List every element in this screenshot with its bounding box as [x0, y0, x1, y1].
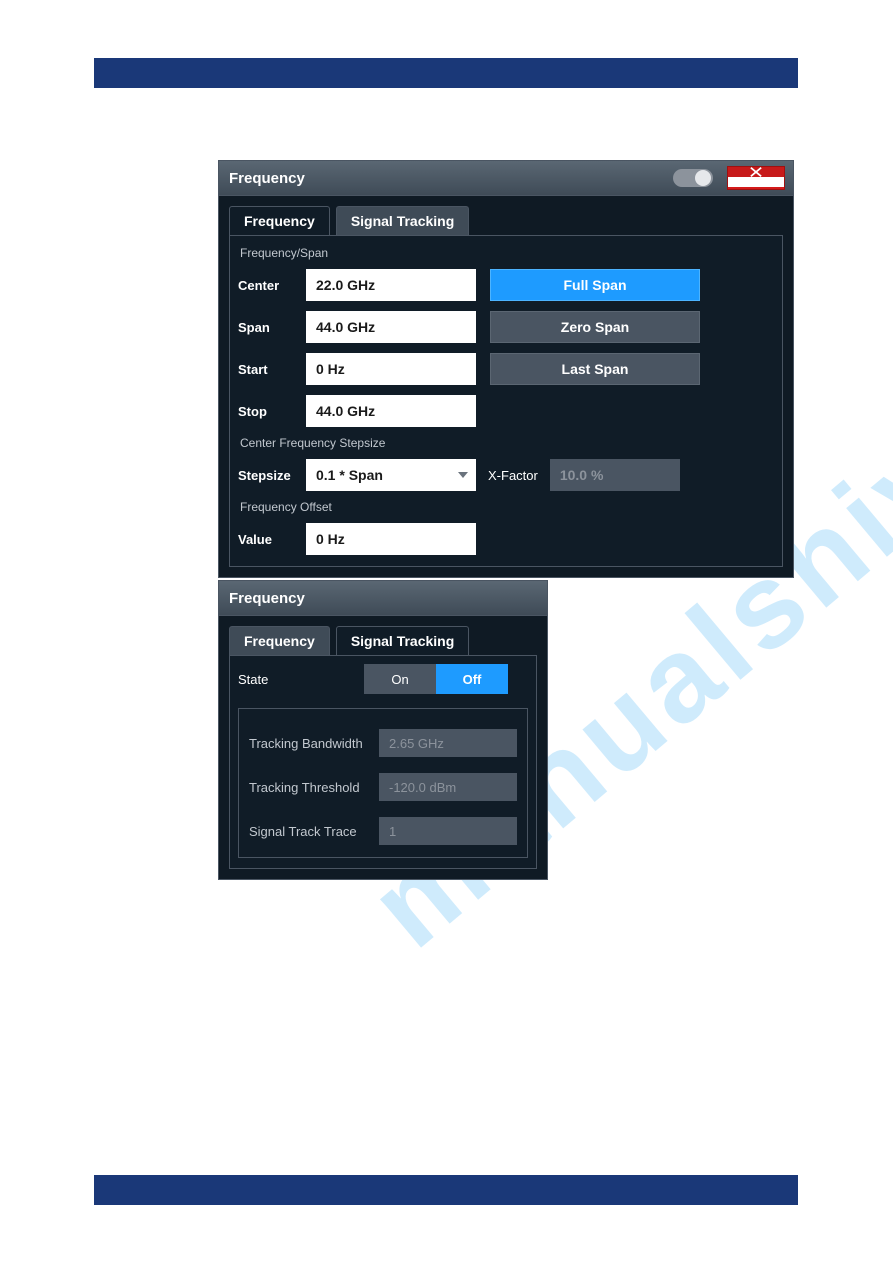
field-value: 1: [389, 824, 396, 839]
page-header-bar: [94, 58, 798, 88]
tab-bar: Frequency Signal Tracking: [219, 616, 547, 655]
dialog-titlebar: Frequency: [219, 161, 793, 196]
dialog-titlebar: Frequency: [219, 581, 547, 616]
section-offset: Frequency Offset: [240, 500, 774, 514]
tab-signal-tracking[interactable]: Signal Tracking: [336, 206, 469, 235]
frequency-dialog: Frequency Frequency Signal Tracking Freq…: [218, 160, 794, 578]
tab-label: Frequency: [244, 633, 315, 649]
stop-input[interactable]: [306, 395, 476, 427]
tab-frequency[interactable]: Frequency: [229, 206, 330, 235]
xfactor-input: [550, 459, 680, 491]
page-footer-bar: [94, 1175, 798, 1205]
tab-label: Frequency: [244, 213, 315, 229]
state-label: State: [238, 672, 358, 687]
tracking-threshold-input: -120.0 dBm: [379, 773, 517, 801]
dialog-title: Frequency: [229, 590, 305, 607]
full-span-button[interactable]: Full Span: [490, 269, 700, 301]
start-input[interactable]: [306, 353, 476, 385]
chevron-down-icon: [458, 472, 468, 478]
tracking-bandwidth-label: Tracking Bandwidth: [249, 736, 379, 751]
field-value: 2.65 GHz: [389, 736, 444, 751]
tab-signal-tracking[interactable]: Signal Tracking: [336, 626, 469, 655]
close-icon: [728, 167, 784, 177]
frequency-panel: Frequency/Span Center Full Span Span Zer…: [229, 235, 783, 567]
span-input[interactable]: [306, 311, 476, 343]
tab-label: Signal Tracking: [351, 633, 454, 649]
state-on[interactable]: On: [364, 664, 436, 694]
field-value: -120.0 dBm: [389, 780, 456, 795]
tab-bar: Frequency Signal Tracking: [219, 196, 793, 235]
signal-tracking-panel: State On Off Tracking Bandwidth 2.65 GHz…: [229, 655, 537, 869]
button-label: Zero Span: [561, 319, 629, 335]
close-button[interactable]: [727, 166, 785, 190]
tracking-threshold-label: Tracking Threshold: [249, 780, 379, 795]
tracking-bandwidth-input: 2.65 GHz: [379, 729, 517, 757]
stop-label: Stop: [238, 404, 300, 419]
signal-track-trace-input: 1: [379, 817, 517, 845]
zero-span-button[interactable]: Zero Span: [490, 311, 700, 343]
button-label: Full Span: [564, 277, 627, 293]
center-label: Center: [238, 278, 300, 293]
span-label: Span: [238, 320, 300, 335]
dialog-title: Frequency: [229, 170, 305, 187]
xfactor-label: X-Factor: [488, 468, 538, 483]
stepsize-value: 0.1 * Span: [316, 467, 383, 483]
state-toggle: On Off: [364, 664, 508, 694]
stepsize-label: Stepsize: [238, 468, 300, 483]
section-frequency-span: Frequency/Span: [240, 246, 774, 260]
state-off[interactable]: Off: [436, 664, 508, 694]
center-input[interactable]: [306, 269, 476, 301]
tab-label: Signal Tracking: [351, 213, 454, 229]
button-label: Last Span: [562, 361, 629, 377]
signal-track-trace-label: Signal Track Trace: [249, 824, 379, 839]
offset-label: Value: [238, 532, 300, 547]
tracking-fields: Tracking Bandwidth 2.65 GHz Tracking Thr…: [238, 708, 528, 858]
offset-input[interactable]: [306, 523, 476, 555]
toggle-label: On: [391, 672, 408, 687]
start-label: Start: [238, 362, 300, 377]
magnify-toggle[interactable]: [673, 169, 713, 187]
toggle-label: Off: [463, 672, 482, 687]
stepsize-select[interactable]: 0.1 * Span: [306, 459, 476, 491]
last-span-button[interactable]: Last Span: [490, 353, 700, 385]
section-stepsize: Center Frequency Stepsize: [240, 436, 774, 450]
tab-frequency[interactable]: Frequency: [229, 626, 330, 655]
signal-tracking-dialog: Frequency Frequency Signal Tracking Stat…: [218, 580, 548, 880]
